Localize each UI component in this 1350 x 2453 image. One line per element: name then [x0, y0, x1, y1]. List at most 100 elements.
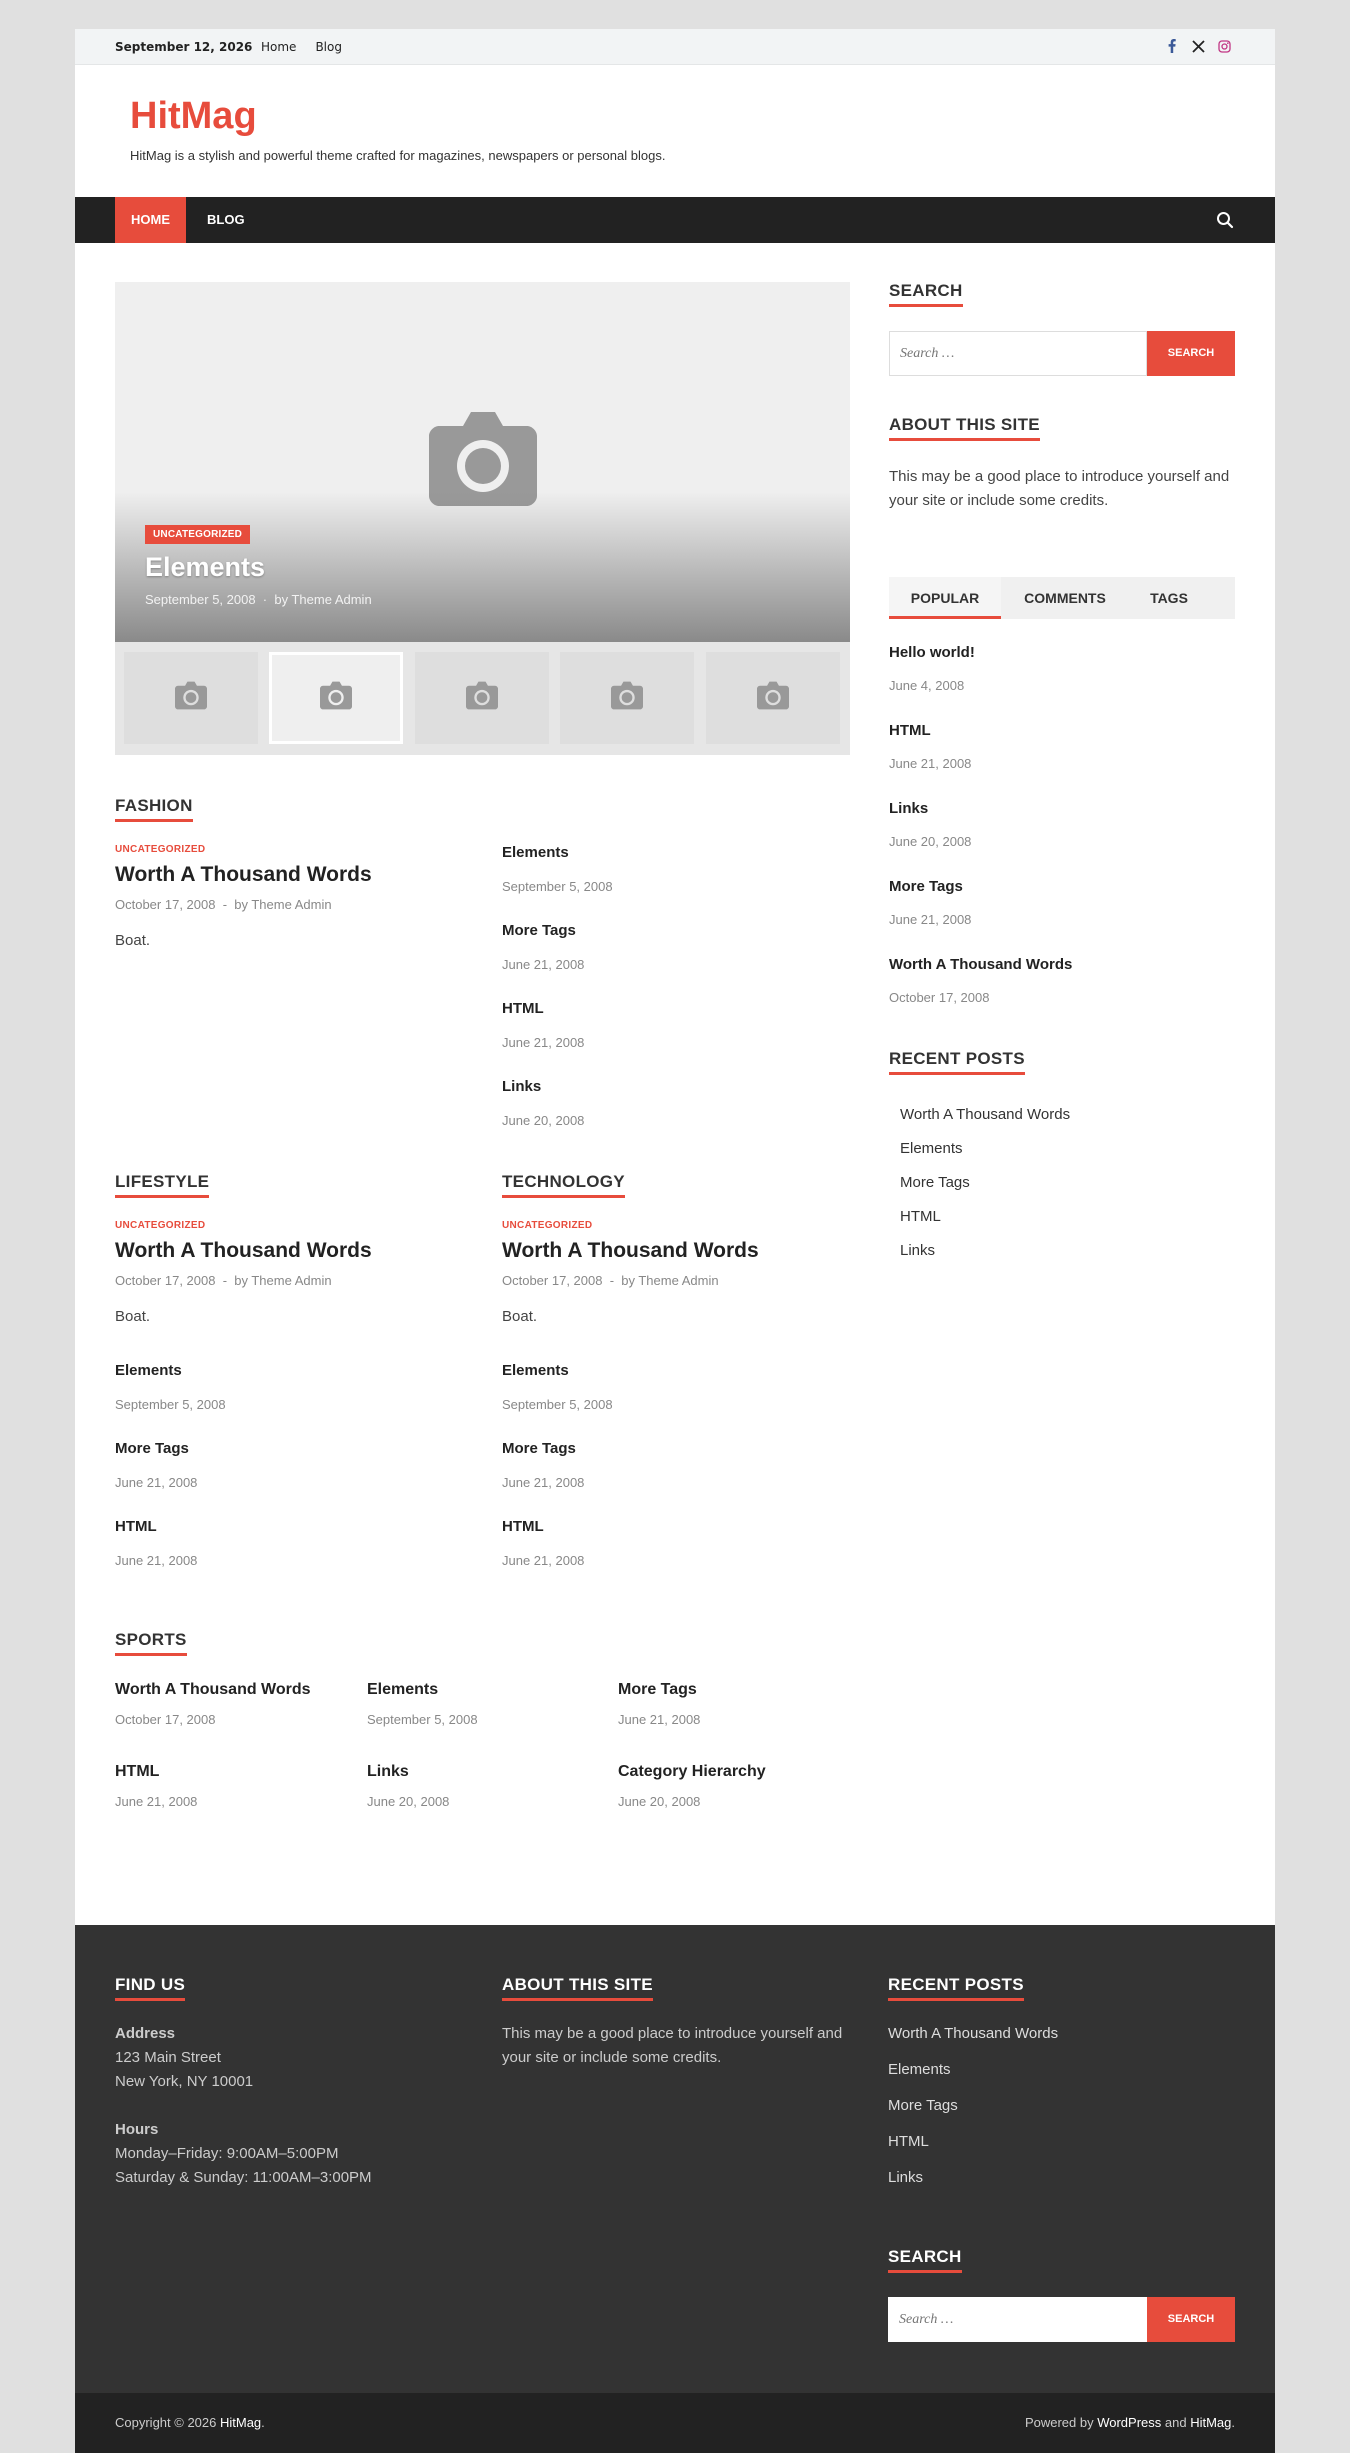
post-author[interactable]: by Theme Admin: [234, 897, 331, 912]
post-meta: October 17, 2008 - by Theme Admin: [115, 897, 332, 912]
section-title-fashion[interactable]: FASHION: [115, 796, 193, 822]
list-item-title[interactable]: HTML: [502, 1000, 544, 1017]
category-label[interactable]: UNCATEGORIZED: [502, 1220, 592, 1231]
widget-title-about: ABOUT THIS SITE: [889, 415, 1040, 441]
post-title[interactable]: Worth A Thousand Words: [115, 1239, 372, 1263]
camera-placeholder-icon: [611, 681, 643, 715]
slide-author[interactable]: by Theme Admin: [274, 592, 371, 607]
recent-post-link[interactable]: Links: [900, 1242, 935, 1259]
grid-item-date: June 21, 2008: [115, 1794, 198, 1809]
recent-post-link[interactable]: HTML: [900, 1208, 941, 1225]
x-twitter-icon[interactable]: [1191, 37, 1205, 55]
popular-post-title[interactable]: HTML: [889, 722, 931, 739]
slider-thumb[interactable]: [124, 652, 258, 744]
sidebar-search-input[interactable]: [889, 331, 1147, 376]
slide-date[interactable]: September 5, 2008: [145, 592, 256, 607]
tab-tags[interactable]: TAGS: [1129, 577, 1209, 619]
popular-post-date: June 20, 2008: [889, 834, 972, 849]
grid-item-title[interactable]: Category Hierarchy: [618, 1763, 766, 1781]
popular-post-date: June 4, 2008: [889, 678, 965, 693]
list-item-title[interactable]: More Tags: [115, 1440, 189, 1457]
nav-item-home[interactable]: HOME: [115, 197, 186, 243]
popular-post-title[interactable]: More Tags: [889, 878, 963, 895]
site-footer: FIND US Address 123 Main Street New York…: [75, 1925, 1275, 2393]
grid-item-title[interactable]: Elements: [367, 1681, 438, 1699]
slider-thumb-active[interactable]: [269, 652, 403, 744]
list-item-date: September 5, 2008: [502, 1397, 613, 1412]
address-label: Address: [115, 2025, 176, 2042]
footer-title-search: SEARCH: [888, 2247, 962, 2273]
post-author[interactable]: by Theme Admin: [621, 1273, 718, 1288]
top-links: Home Blog: [261, 40, 342, 54]
list-item-title[interactable]: Elements: [502, 1362, 569, 1379]
section-title-technology[interactable]: TECHNOLOGY: [502, 1172, 625, 1198]
wordpress-link[interactable]: WordPress: [1097, 2415, 1161, 2430]
post-title[interactable]: Worth A Thousand Words: [115, 863, 372, 887]
list-item-date: June 21, 2008: [502, 1475, 585, 1490]
category-label[interactable]: UNCATEGORIZED: [115, 1220, 205, 1231]
popular-post-title[interactable]: Links: [889, 800, 928, 817]
sidebar-search-button[interactable]: SEARCH: [1147, 331, 1235, 376]
recent-post-link[interactable]: Elements: [900, 1140, 963, 1157]
footer-recent-link[interactable]: Links: [888, 2169, 923, 2186]
recent-post-link[interactable]: More Tags: [900, 1174, 970, 1191]
theme-link[interactable]: HitMag: [1190, 2415, 1231, 2430]
grid-item-date: June 21, 2008: [618, 1712, 701, 1727]
list-item-date: June 21, 2008: [115, 1553, 198, 1568]
grid-item-title[interactable]: Links: [367, 1763, 409, 1781]
instagram-icon[interactable]: [1217, 37, 1231, 55]
list-item-title[interactable]: More Tags: [502, 922, 576, 939]
grid-item-title[interactable]: More Tags: [618, 1681, 697, 1699]
tab-popular[interactable]: POPULAR: [889, 577, 1001, 619]
post-date[interactable]: October 17, 2008: [502, 1273, 602, 1288]
category-label[interactable]: UNCATEGORIZED: [115, 844, 205, 855]
nav-item-blog[interactable]: BLOG: [191, 197, 261, 243]
list-item-title[interactable]: Links: [502, 1078, 541, 1095]
tab-comments[interactable]: COMMENTS: [1009, 577, 1121, 619]
hours-label: Hours: [115, 2121, 159, 2138]
site-title[interactable]: HitMag: [130, 95, 257, 138]
footer-search-button[interactable]: SEARCH: [1147, 2297, 1235, 2342]
copyright-prefix: Copyright © 2026: [115, 2415, 220, 2430]
slide-meta: September 5, 2008 · by Theme Admin: [145, 592, 372, 607]
popular-post-title[interactable]: Worth A Thousand Words: [889, 956, 1072, 973]
footer-search-input[interactable]: [888, 2297, 1147, 2342]
widget-title-search: SEARCH: [889, 281, 963, 307]
slider-thumb[interactable]: [415, 652, 549, 744]
post-meta: October 17, 2008 - by Theme Admin: [115, 1273, 332, 1288]
list-item-title[interactable]: HTML: [502, 1518, 544, 1535]
list-item-title[interactable]: Elements: [502, 844, 569, 861]
grid-item-title[interactable]: HTML: [115, 1763, 159, 1781]
grid-item-date: October 17, 2008: [115, 1712, 216, 1727]
social-links: [1165, 37, 1231, 55]
list-item-title[interactable]: Elements: [115, 1362, 182, 1379]
featured-slide[interactable]: UNCATEGORIZED Elements September 5, 2008…: [115, 282, 850, 642]
slider-thumb[interactable]: [706, 652, 840, 744]
footer-recent-link[interactable]: HTML: [888, 2133, 929, 2150]
footer-recent-link[interactable]: Worth A Thousand Words: [888, 2025, 1058, 2042]
slide-category-badge[interactable]: UNCATEGORIZED: [145, 525, 251, 544]
footer-recent-link[interactable]: More Tags: [888, 2097, 958, 2114]
section-title-sports[interactable]: SPORTS: [115, 1630, 187, 1656]
post-author[interactable]: by Theme Admin: [234, 1273, 331, 1288]
slider-thumb[interactable]: [560, 652, 694, 744]
list-item-title[interactable]: HTML: [115, 1518, 157, 1535]
copyright-brand-link[interactable]: HitMag: [220, 2415, 261, 2430]
post-title[interactable]: Worth A Thousand Words: [502, 1239, 759, 1263]
camera-placeholder-icon: [757, 681, 789, 715]
facebook-icon[interactable]: [1165, 37, 1179, 55]
top-link-home[interactable]: Home: [261, 40, 296, 54]
powered-prefix: Powered by: [1024, 2415, 1098, 2430]
top-link-blog[interactable]: Blog: [315, 40, 342, 54]
list-item-title[interactable]: More Tags: [502, 1440, 576, 1457]
search-icon[interactable]: [1215, 210, 1235, 230]
section-title-lifestyle[interactable]: LIFESTYLE: [115, 1172, 210, 1198]
slide-title[interactable]: Elements: [145, 552, 265, 583]
grid-item-date: June 20, 2008: [618, 1794, 701, 1809]
footer-recent-link[interactable]: Elements: [888, 2061, 951, 2078]
post-date[interactable]: October 17, 2008: [115, 1273, 215, 1288]
popular-post-title[interactable]: Hello world!: [889, 644, 975, 661]
grid-item-title[interactable]: Worth A Thousand Words: [115, 1681, 311, 1699]
post-date[interactable]: October 17, 2008: [115, 897, 215, 912]
recent-post-link[interactable]: Worth A Thousand Words: [900, 1106, 1070, 1123]
